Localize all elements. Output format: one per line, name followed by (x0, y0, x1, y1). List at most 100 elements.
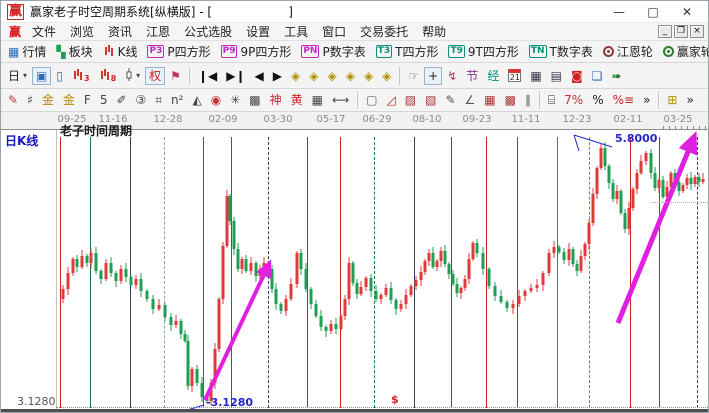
t-number-table-button[interactable]: TNT数字表 (525, 41, 597, 62)
kline-8-icon: 8 (99, 68, 117, 84)
crosshair-tool-button[interactable]: + (424, 67, 442, 85)
save-as-button[interactable]: ❏ (588, 67, 607, 85)
percent-retrace-button[interactable]: 7% (560, 91, 587, 109)
minimize-button[interactable]: — (602, 1, 636, 22)
menu-item-窗口[interactable]: 窗口 (315, 25, 353, 39)
gold-ratio-1-button[interactable]: 金 (38, 91, 58, 109)
mdi-minimize-button[interactable]: _ (658, 25, 672, 38)
spiral-button[interactable]: ◉ (207, 91, 225, 109)
quotes-button[interactable]: ▦行情 (4, 41, 50, 62)
sectors-button[interactable]: ▚板块 (52, 41, 96, 62)
exrights-button[interactable]: 权 (145, 67, 165, 85)
period-day-button[interactable]: 日▾ (4, 67, 31, 85)
menu-item-工具[interactable]: 工具 (277, 25, 315, 39)
width-measure-button[interactable]: ⟷ (328, 91, 353, 109)
menu-item-公式选股[interactable]: 公式选股 (177, 25, 239, 39)
gann-diamond-6-button[interactable]: ◈ (378, 67, 395, 85)
fan-box-2-button[interactable]: ▧ (421, 91, 440, 109)
dense-grid-button[interactable]: ▩ (245, 91, 264, 109)
parallel-lines-button[interactable]: ∥ (521, 91, 535, 109)
fan-box-button[interactable]: ▨ (401, 91, 420, 109)
tn-badge-icon: TN (529, 45, 547, 58)
9t-square-button[interactable]: T99T四方形 (444, 41, 522, 62)
gold-ratio-2-button[interactable]: 金 (59, 91, 79, 109)
shen-tool-button[interactable]: 神 (266, 91, 286, 109)
angle-pen-button[interactable]: ✐ (112, 91, 130, 109)
trend-pointer-button[interactable]: ↯ (443, 67, 461, 85)
star-wheel-button[interactable]: ✳ (226, 91, 244, 109)
gann-diamond-1-button[interactable]: ◈ (287, 67, 304, 85)
mdi-window-controls: _ ❐ × (658, 25, 704, 38)
pencil-lines-button[interactable]: ✎ (441, 91, 459, 109)
spiral-5-button[interactable]: 5 (96, 91, 112, 109)
grid-2-button[interactable]: ▦ (480, 91, 499, 109)
zigzag-lines-button[interactable]: ∠ (461, 91, 480, 109)
single-candle-icon (125, 68, 133, 84)
gann-time-line (60, 137, 61, 408)
p-number-table-button[interactable]: PNP数字表 (297, 41, 369, 62)
menu-item-交易委托[interactable]: 交易委托 (353, 25, 415, 39)
maximize-button[interactable]: □ (636, 1, 670, 22)
menu-item-江恩[interactable]: 江恩 (139, 25, 177, 39)
percent-button[interactable]: % (588, 91, 607, 109)
n-square-button[interactable]: n² (167, 91, 187, 109)
candle-style-button[interactable]: ▾ (121, 66, 144, 86)
nav-first-button[interactable]: ❙◀ (194, 67, 221, 85)
kline-button[interactable]: K线 (99, 41, 142, 62)
draw-more-button[interactable]: » (639, 91, 654, 109)
info-panel-button[interactable]: ▯ (52, 67, 67, 85)
time-marks-button[interactable]: ♯ (23, 91, 37, 109)
application-window: 赢 赢家老子时空周期系统[纵横版] - [ ] — □ ✕ 赢 文件浏览资讯江恩… (0, 0, 709, 413)
t-square-button[interactable]: T3T四方形 (372, 41, 443, 62)
menu-item-设置[interactable]: 设置 (239, 25, 277, 39)
p-square-button[interactable]: P3P四方形 (143, 41, 214, 62)
menu-item-帮助[interactable]: 帮助 (415, 25, 453, 39)
gann-diamond-5-button[interactable]: ◈ (360, 67, 377, 85)
panel-grid-button[interactable]: ⊞ (663, 91, 681, 109)
calculator-button[interactable]: ▦ (526, 67, 545, 85)
mdi-restore-button[interactable]: ❐ (674, 25, 688, 38)
winner-wheel-button[interactable]: 赢家轮 (659, 41, 709, 62)
menu-item-文件[interactable]: 文件 (25, 25, 63, 39)
grid-box-button[interactable]: ▦ (308, 91, 327, 109)
mdi-close-button[interactable]: × (690, 25, 704, 38)
export-button[interactable]: ➠ (607, 67, 625, 85)
horizontal-scrollbar[interactable] (1, 409, 709, 413)
report-pad-button[interactable]: ▤ (547, 67, 566, 85)
panel-more-button[interactable]: » (682, 91, 697, 109)
close-button[interactable]: ✕ (670, 1, 704, 22)
kline-8-button[interactable]: 8 (95, 66, 121, 86)
chart-plot-area[interactable] (1, 130, 709, 409)
gann-diamond-6-icon: ◈ (382, 69, 391, 83)
nav-prev-button[interactable]: ◀ (251, 67, 268, 85)
nav-next-button[interactable]: ▶ (269, 67, 286, 85)
volume-profile-button[interactable]: ⚑ (166, 67, 185, 85)
menu-item-浏览[interactable]: 浏览 (63, 25, 101, 39)
huang-tool-button[interactable]: 黄 (287, 91, 307, 109)
gann-wheel-button[interactable]: 江恩轮 (599, 41, 657, 62)
cycle-3-button[interactable]: ③ (132, 91, 151, 109)
nav-last-button[interactable]: ▶❙ (222, 67, 249, 85)
gann-fan-button[interactable]: ◿ (383, 91, 400, 109)
gann-diamond-3-button[interactable]: ◈ (323, 67, 340, 85)
fibonacci-f-button[interactable]: F (80, 91, 95, 109)
kline-3-button[interactable]: 3 (68, 66, 94, 86)
gann-diamond-2-button[interactable]: ◈ (305, 67, 322, 85)
9p-square-button[interactable]: P99P四方形 (217, 41, 296, 62)
scale-bars-button[interactable]: ⌸ (544, 91, 559, 109)
grid-3-button[interactable]: ▩ (501, 91, 520, 109)
pn-badge-icon: PN (301, 45, 319, 58)
brush-button[interactable]: ✎ (4, 91, 22, 109)
gann-jing-button[interactable]: 经 (483, 67, 503, 85)
gann-diamond-4-button[interactable]: ◈ (342, 67, 359, 85)
calendar-button[interactable]: 21 (504, 67, 525, 84)
solar-terms-button[interactable]: 节 (462, 67, 482, 85)
save-button[interactable]: ◙ (567, 67, 587, 85)
rect-tool-button[interactable]: ▢ (362, 91, 381, 109)
a-pointer-button[interactable]: ◭ (188, 91, 205, 109)
hand-tool-button[interactable]: ☞ (404, 67, 423, 85)
percent-lines-button[interactable]: %≡ (609, 91, 638, 109)
grid-marks-button[interactable]: ⌗ (151, 91, 166, 109)
layout-grid-button[interactable]: ▣ (32, 67, 51, 85)
menu-item-资讯[interactable]: 资讯 (101, 25, 139, 39)
